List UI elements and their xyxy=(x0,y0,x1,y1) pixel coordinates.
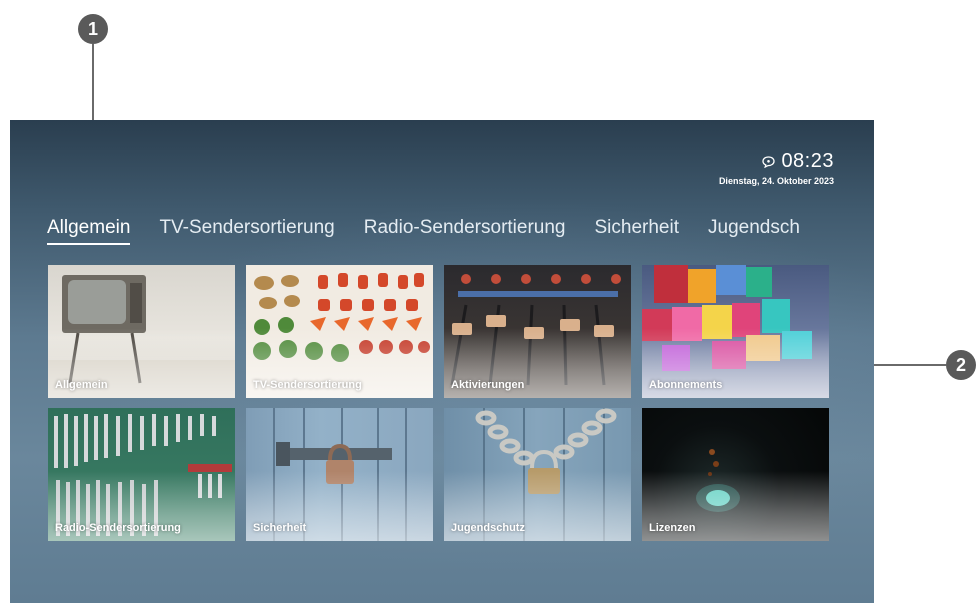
callout-marker-1: 1 xyxy=(78,14,108,44)
tile-jugendschutz[interactable]: Jugendschutz xyxy=(444,408,631,541)
tile-label: Sicherheit xyxy=(253,522,307,534)
tab-radio-sendersortierung[interactable]: Radio-Sendersortierung xyxy=(364,217,566,245)
settings-tabbar: Allgemein TV-Sendersortierung Radio-Send… xyxy=(47,217,829,245)
clock-time: 08:23 xyxy=(781,150,834,172)
tab-tv-sendersortierung[interactable]: TV-Sendersortierung xyxy=(159,217,334,245)
tile-label: Abonnements xyxy=(649,379,723,391)
tile-label: TV-Sendersortierung xyxy=(253,379,362,391)
tile-tv-sendersortierung[interactable]: TV-Sendersortierung xyxy=(246,265,433,398)
tab-allgemein[interactable]: Allgemein xyxy=(47,217,131,245)
status-area: 08:23 Dienstag, 24. Oktober 2023 xyxy=(719,150,834,186)
tab-jugendschutz[interactable]: Jugendsch xyxy=(708,217,800,245)
tile-label: Allgemein xyxy=(55,379,108,391)
tile-label: Aktivierungen xyxy=(451,379,525,391)
clock-date: Dienstag, 24. Oktober 2023 xyxy=(718,176,834,186)
tile-label: Lizenzen xyxy=(649,522,696,534)
tile-sicherheit[interactable]: Sicherheit xyxy=(246,408,433,541)
tile-allgemein[interactable]: Allgemein xyxy=(48,265,235,398)
message-icon xyxy=(762,155,776,168)
tab-sicherheit[interactable]: Sicherheit xyxy=(595,217,680,245)
tile-label: Jugendschutz xyxy=(451,522,525,534)
tile-abonnements[interactable]: Abonnements xyxy=(642,265,829,398)
tile-aktivierungen[interactable]: Aktivierungen xyxy=(444,265,631,398)
tile-lizenzen[interactable]: Lizenzen xyxy=(642,408,829,541)
tile-label: Radio-Sendersortierung xyxy=(55,522,181,534)
tile-radio-sendersortierung[interactable]: Radio-Sendersortierung xyxy=(48,408,235,541)
tv-screen: 08:23 Dienstag, 24. Oktober 2023 Allgeme… xyxy=(10,120,874,603)
callout-marker-2: 2 xyxy=(946,350,976,380)
